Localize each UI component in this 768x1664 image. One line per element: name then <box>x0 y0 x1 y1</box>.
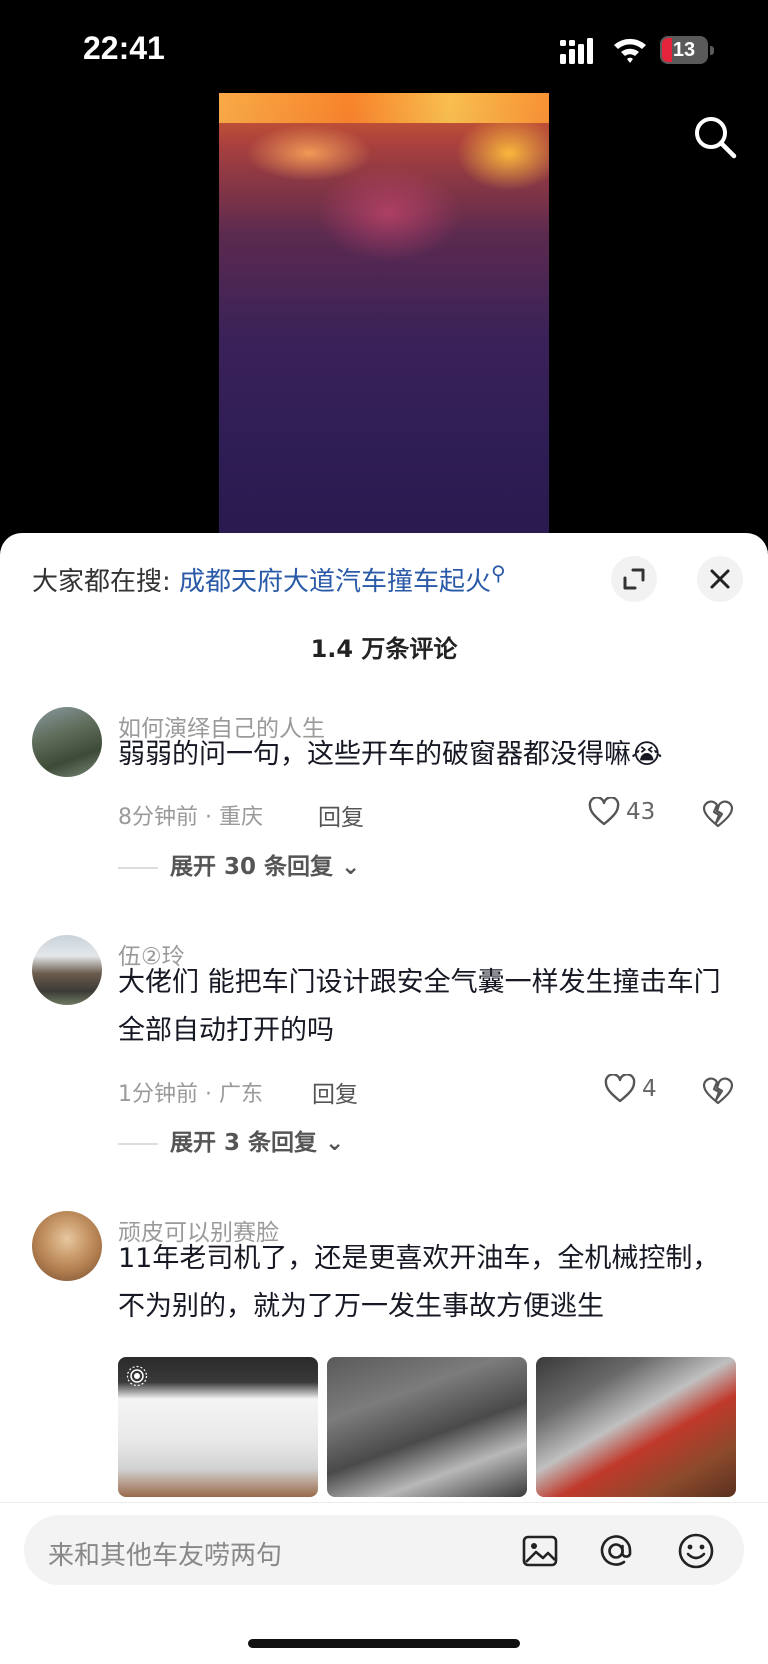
close-icon <box>710 569 730 589</box>
broken-heart-icon[interactable] <box>702 1074 734 1106</box>
search-icon[interactable] <box>690 112 740 162</box>
avatar[interactable] <box>32 707 102 777</box>
avatar[interactable] <box>32 935 102 1005</box>
reply-button[interactable]: 回复 <box>318 798 364 832</box>
home-indicator <box>248 1639 520 1648</box>
comment-text: 11年老司机了，还是更喜欢开油车，全机械控制，不为别的，就为了万一发生事故方便逃… <box>118 1243 720 1322</box>
video-player[interactable] <box>219 93 549 533</box>
heart-icon <box>588 797 620 826</box>
expand-icon <box>623 568 645 590</box>
comment-composer-bar: 来和其他车友唠两句 <box>0 1502 768 1664</box>
search-small-icon: ⚲ <box>491 561 506 585</box>
broken-heart-icon[interactable] <box>702 797 734 829</box>
heart-icon <box>604 1074 636 1103</box>
battery-indicator: 13 <box>660 36 716 64</box>
expand-replies-label: 展开 30 条回复 <box>170 854 334 880</box>
status-time: 22:41 <box>83 30 165 66</box>
wifi-icon <box>614 38 646 63</box>
comment-item: 顽皮可以别赛脸 11年老司机了，还是更喜欢开油车，全机械控制，不为别的，就为了万… <box>0 1211 768 1511</box>
comment-image[interactable] <box>327 1357 527 1497</box>
comment-text: 大佬们 能把车门设计跟安全气囊一样发生撞击车门全部自动打开的吗 <box>118 967 721 1046</box>
hot-search-link[interactable]: 成都天府大道汽车撞车起火 <box>179 567 491 597</box>
avatar[interactable] <box>32 1211 102 1281</box>
comment-item: 伍②玲 大佬们 能把车门设计跟安全气囊一样发生撞击车门全部自动打开的吗 1分钟前… <box>0 935 768 1156</box>
comment-image[interactable] <box>118 1357 318 1497</box>
divider <box>118 866 158 869</box>
comment-image-gallery <box>118 1357 738 1507</box>
status-bar: 22:41 13 <box>0 0 768 100</box>
comments-sheet: 大家都在搜: 成都天府大道汽车撞车起火⚲ 1.4 万条评论 如何演绎自己的人生 … <box>0 533 768 1663</box>
like-button[interactable]: 43 <box>588 797 668 831</box>
cellular-signal-icon <box>560 38 593 64</box>
emoji-icon[interactable] <box>676 1531 716 1571</box>
reply-button[interactable]: 回复 <box>312 1075 358 1109</box>
expand-replies-label: 展开 3 条回复 <box>170 1130 318 1156</box>
close-button[interactable] <box>697 556 743 602</box>
divider <box>118 1142 158 1145</box>
comment-meta: 1分钟前 · 广东 <box>118 1082 263 1107</box>
battery-level: 13 <box>672 39 696 61</box>
like-button[interactable]: 4 <box>604 1074 668 1108</box>
comment-count: 1.4 万条评论 <box>310 635 458 663</box>
expand-button[interactable] <box>611 556 657 602</box>
comment-image[interactable] <box>536 1357 736 1497</box>
comment-item: 如何演绎自己的人生 弱弱的问一句，这些开车的破窗器都没得嘛😭 8分钟前 · 重庆… <box>0 707 768 887</box>
comment-text: 弱弱的问一句，这些开车的破窗器都没得嘛😭 <box>118 739 663 770</box>
mention-icon[interactable] <box>596 1531 636 1571</box>
chevron-down-icon: ⌄ <box>325 1130 345 1156</box>
hot-search-prefix: 大家都在搜: <box>32 567 171 597</box>
image-icon[interactable] <box>520 1531 560 1571</box>
hot-search-bar: 大家都在搜: 成都天府大道汽车撞车起火⚲ <box>32 561 506 598</box>
expand-replies-button[interactable]: 展开 30 条回复 ⌄ <box>118 847 360 881</box>
expand-replies-button[interactable]: 展开 3 条回复 ⌄ <box>118 1123 344 1157</box>
video-fire-highlight <box>219 93 549 123</box>
comment-meta: 8分钟前 · 重庆 <box>118 805 263 830</box>
comment-input[interactable]: 来和其他车友唠两句 <box>24 1515 744 1585</box>
like-count: 4 <box>642 1076 657 1102</box>
comment-input-placeholder: 来和其他车友唠两句 <box>48 1541 283 1571</box>
like-count: 43 <box>626 799 656 825</box>
chevron-down-icon: ⌄ <box>341 854 361 880</box>
live-photo-icon <box>126 1365 148 1387</box>
